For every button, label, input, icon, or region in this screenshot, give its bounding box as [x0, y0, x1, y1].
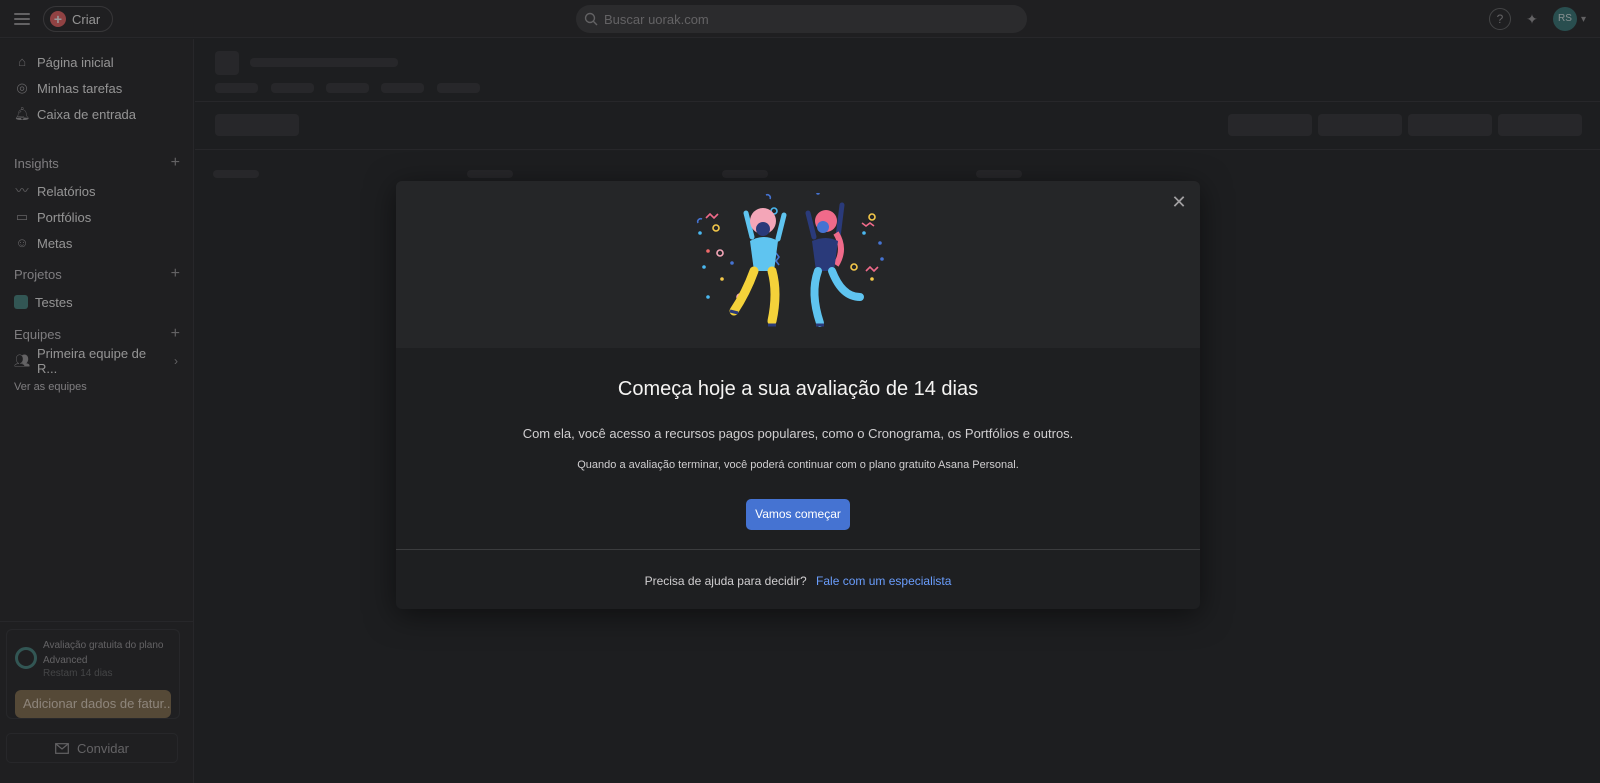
- modal-footer: Precisa de ajuda para decidir? Fale com …: [396, 574, 1200, 588]
- celebration-illustration: [696, 193, 884, 327]
- modal-hero: ✕: [396, 181, 1200, 348]
- modal-title: Começa hoje a sua avaliação de 14 dias: [617, 378, 979, 400]
- start-trial-button[interactable]: Vamos começar: [746, 499, 850, 530]
- trial-modal: ✕ Começa hoje a sua avaliação de 14 dias…: [396, 181, 1200, 609]
- close-icon[interactable]: ✕: [1170, 193, 1188, 211]
- modal-subtitle: Com ela, você acesso a recursos pagos po…: [522, 426, 1074, 441]
- modal-note: Quando a avaliação terminar, você poderá…: [577, 459, 1019, 471]
- footer-text: Precisa de ajuda para decidir?: [644, 574, 807, 588]
- talk-to-expert-link[interactable]: Fale com um especialista: [816, 574, 951, 588]
- modal-divider: [396, 549, 1200, 550]
